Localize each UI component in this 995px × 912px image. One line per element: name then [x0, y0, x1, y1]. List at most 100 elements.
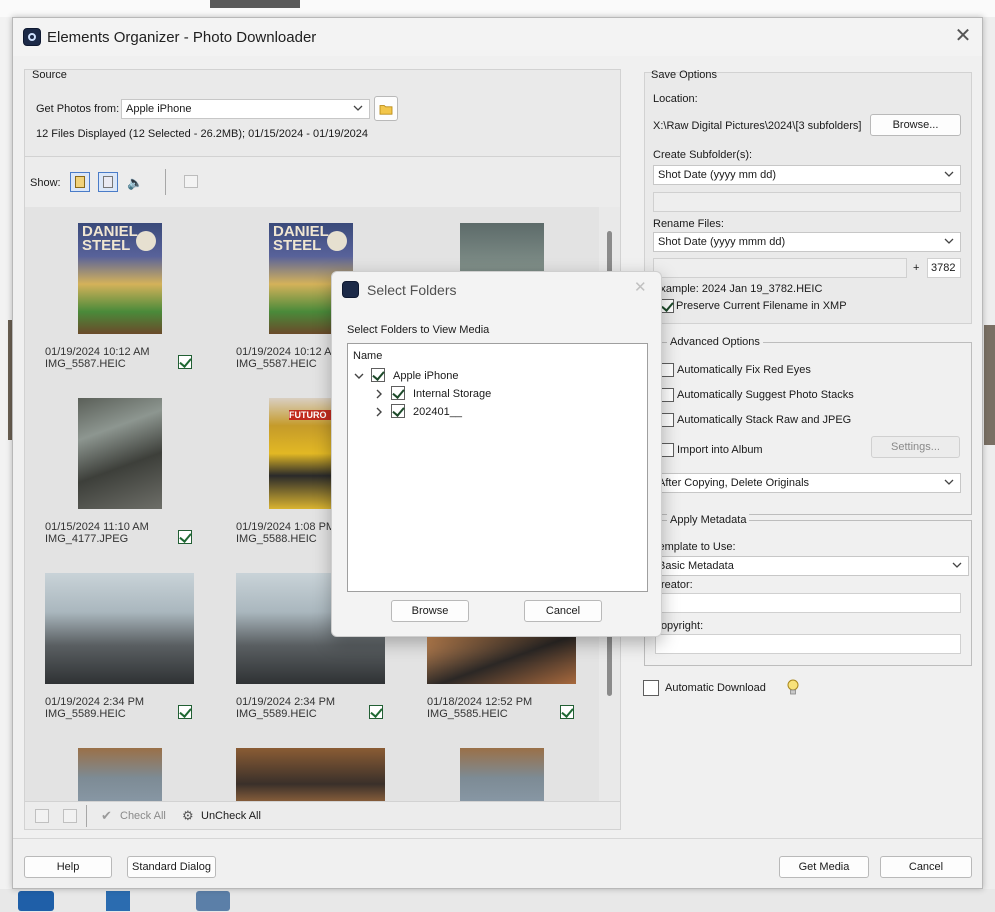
stack-raw-jpeg-checkbox[interactable]: [660, 413, 674, 427]
toolbar-divider: [165, 169, 166, 195]
suggest-stacks-checkbox[interactable]: [660, 388, 674, 402]
subfolder-custom-field[interactable]: [653, 192, 961, 212]
thumbnail-checkbox[interactable]: [178, 705, 192, 719]
location-value: X:\Raw Digital Pictures\2024\[3 subfolde…: [653, 120, 862, 132]
uncheck-all-button[interactable]: UnCheck All: [201, 810, 261, 822]
thumbnail-date: 01/19/2024 1:08 PM: [236, 521, 336, 533]
speaker-icon[interactable]: 🔈: [127, 175, 143, 190]
folder-202401-checkbox[interactable]: [391, 404, 405, 418]
dialog-app-icon: [342, 281, 359, 298]
toolbar-divider: [86, 805, 87, 827]
thumbnail-image[interactable]: [78, 398, 162, 509]
rename-files-label: Rename Files:: [653, 218, 724, 230]
dialog-cancel-button[interactable]: Cancel: [524, 600, 602, 622]
thumbnail-filename: IMG_5588.HEIC: [236, 533, 317, 545]
cancel-button[interactable]: Cancel: [880, 856, 972, 878]
chevron-down-icon: [944, 479, 954, 485]
thumbnail-date: 01/18/2024 12:52 PM: [427, 696, 533, 708]
badge-art: [327, 231, 347, 251]
save-options-label: Save Options: [651, 69, 718, 81]
dialog-title: Select Folders: [367, 282, 457, 298]
open-folder-button[interactable]: [374, 96, 398, 121]
thumbnail-image[interactable]: [45, 573, 194, 684]
chevron-down-icon: [944, 238, 954, 244]
chevron-down-icon: [944, 171, 954, 177]
select-folders-dialog: Select Folders ✕ Select Folders to View …: [331, 271, 662, 637]
chevron-right-icon[interactable]: [374, 389, 384, 399]
template-label: Template to Use:: [653, 541, 736, 553]
get-media-button[interactable]: Get Media: [779, 856, 869, 878]
photo-icon: [75, 176, 85, 188]
import-album-checkbox[interactable]: [660, 443, 674, 457]
internal-storage-checkbox[interactable]: [391, 386, 405, 400]
desktop-right-strip: [983, 17, 995, 912]
show-label: Show:: [30, 177, 61, 189]
help-button[interactable]: Help: [24, 856, 112, 878]
automatic-download-label: Automatic Download: [665, 682, 766, 694]
thumbnail-checkbox[interactable]: [560, 705, 574, 719]
fix-red-eyes-checkbox[interactable]: [660, 363, 674, 377]
thumbnail-image[interactable]: [78, 748, 162, 802]
desktop-left-strip: [0, 17, 12, 912]
chevron-down-icon[interactable]: [354, 371, 364, 381]
dialog-close-icon[interactable]: ✕: [634, 280, 650, 296]
thumbnail-filename: IMG_5589.HEIC: [236, 708, 317, 720]
template-value: Basic Metadata: [658, 560, 734, 572]
rotate-icon[interactable]: [184, 175, 198, 188]
subfolder-dropdown[interactable]: Shot Date (yyyy mm dd): [653, 165, 961, 185]
copyright-field[interactable]: [655, 634, 961, 654]
subfolder-value: Shot Date (yyyy mm dd): [658, 169, 776, 181]
apply-metadata-label: Apply Metadata: [667, 514, 750, 526]
standard-dialog-button[interactable]: Standard Dialog: [127, 856, 216, 878]
root-folder-checkbox[interactable]: [371, 368, 385, 382]
template-dropdown[interactable]: Basic Metadata: [653, 556, 969, 576]
chevron-right-icon[interactable]: [374, 407, 384, 417]
thumbnail-filename: IMG_5589.HEIC: [45, 708, 126, 720]
check-all-button[interactable]: Check All: [120, 810, 166, 822]
desktop-top-strip: [0, 0, 995, 17]
preserve-filename-checkbox[interactable]: [660, 299, 674, 313]
check-all-icon: ✔: [101, 808, 112, 823]
thumbnail-checkbox[interactable]: [178, 355, 192, 369]
album-settings-button[interactable]: Settings...: [871, 436, 960, 458]
import-album-label: Import into Album: [677, 444, 763, 456]
taskbar-share-icon[interactable]: [196, 891, 230, 911]
lightbulb-icon[interactable]: [785, 678, 801, 698]
show-photos-toggle[interactable]: [70, 172, 90, 192]
thumbnail-date: 01/19/2024 10:12 AM: [236, 346, 341, 358]
get-photos-label: Get Photos from:: [36, 103, 120, 115]
elements-app-icon: [23, 28, 41, 46]
thumbnail-checkbox[interactable]: [369, 705, 383, 719]
thumbnail-image[interactable]: [460, 748, 544, 802]
location-label: Location:: [653, 93, 698, 105]
thumbnail-image[interactable]: [236, 748, 385, 802]
thumbnail-date: 01/19/2024 2:34 PM: [236, 696, 336, 708]
device-dropdown[interactable]: Apple iPhone: [121, 99, 370, 119]
after-copying-dropdown[interactable]: After Copying, Delete Originals: [653, 473, 961, 493]
automatic-download-checkbox[interactable]: [643, 680, 659, 696]
creator-field[interactable]: [655, 593, 961, 613]
close-icon[interactable]: ✕: [953, 26, 973, 46]
taskbar-trash-icon[interactable]: [106, 891, 130, 911]
desktop-tab-fragment: [210, 0, 300, 8]
stack-raw-jpeg-label: Automatically Stack Raw and JPEG: [677, 414, 852, 426]
preserve-filename-label: Preserve Current Filename in XMP: [676, 300, 847, 312]
rename-prefix-field[interactable]: [653, 258, 907, 278]
show-videos-toggle[interactable]: [98, 172, 118, 192]
sequence-start-field[interactable]: 3782: [927, 258, 961, 278]
thumbnail-filename: IMG_4177.JPEG: [45, 533, 129, 545]
grid-bottom-toolbar: ✔ Check All ⚙ UnCheck All: [24, 801, 621, 830]
create-subfolder-label: Create Subfolder(s):: [653, 149, 753, 161]
browse-location-button[interactable]: Browse...: [870, 114, 961, 136]
taskbar-media-icon[interactable]: [18, 891, 54, 911]
thumbnail-filename: IMG_5587.HEIC: [236, 358, 317, 370]
desktop-right-image: [984, 325, 995, 445]
rename-dropdown[interactable]: Shot Date (yyyy mmm dd): [653, 232, 961, 252]
thumbnail-checkbox[interactable]: [178, 530, 192, 544]
folder-icon: [379, 105, 393, 115]
rotate-right-icon[interactable]: [63, 809, 77, 823]
folder-202401-label: 202401__: [413, 406, 462, 418]
rotate-left-icon[interactable]: [35, 809, 49, 823]
thumbnail-image[interactable]: DANIEL STEEL: [78, 223, 162, 334]
dialog-browse-button[interactable]: Browse: [391, 600, 469, 622]
